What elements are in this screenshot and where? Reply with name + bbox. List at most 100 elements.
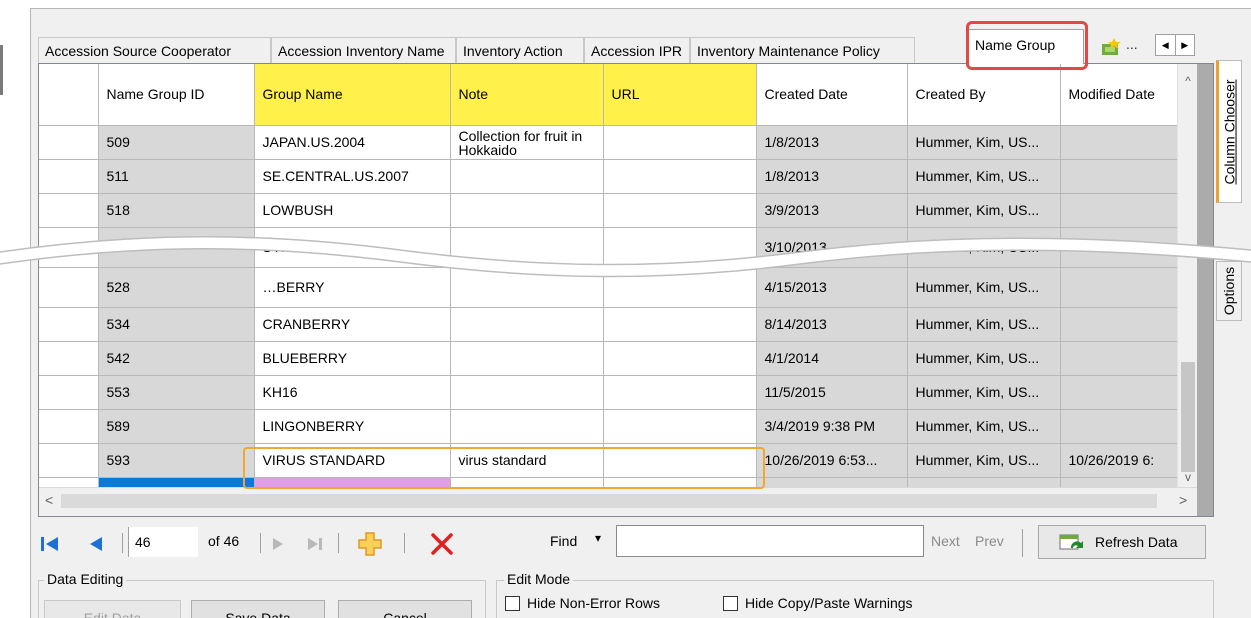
cell-id[interactable]: 589 <box>98 409 255 444</box>
column-header-created-date[interactable]: Created Date <box>756 64 908 126</box>
cell-url[interactable] <box>603 375 757 410</box>
cell-created-date[interactable]: 1/8/2013 <box>756 159 908 194</box>
last-record-icon[interactable] <box>306 536 324 552</box>
cell-note[interactable]: Collection for fruit in Hokkaido <box>450 125 604 160</box>
cell-created-by[interactable]: Hummer, Kim, US... <box>907 159 1061 194</box>
table-row[interactable]: 511 SE.CENTRAL.US.2007 1/8/2013 Hummer, Kim… <box>39 159 1179 194</box>
cell-note[interactable] <box>450 341 604 376</box>
scroll-right-icon[interactable]: > <box>1179 492 1187 508</box>
cancel-button[interactable]: Cancel <box>338 600 472 618</box>
row-selector[interactable] <box>39 375 99 410</box>
find-dropdown-icon[interactable]: ▾ <box>595 531 601 545</box>
checkbox-box[interactable] <box>505 595 520 611</box>
column-header-modified-date[interactable]: Modified Date <box>1060 64 1179 126</box>
cell-url[interactable] <box>603 341 757 376</box>
row-selector[interactable] <box>39 443 99 478</box>
cell-modified-date[interactable] <box>1060 307 1179 342</box>
cell-note[interactable] <box>450 375 604 410</box>
find-input[interactable] <box>616 525 924 557</box>
edit-data-button[interactable]: Edit Data <box>44 600 181 618</box>
tab-accession-ipr[interactable]: Accession IPR <box>584 37 690 64</box>
tab-inventory-maintenance-policy[interactable]: Inventory Maintenance Policy <box>690 37 915 64</box>
column-chooser-tab[interactable]: Column Chooser <box>1216 60 1242 203</box>
column-header-url[interactable]: URL <box>603 64 757 126</box>
cell-id[interactable]: 509 <box>98 125 255 160</box>
row-selector[interactable] <box>39 193 99 228</box>
cell-url[interactable] <box>603 159 757 194</box>
cell-modified-date[interactable] <box>1060 193 1179 228</box>
refresh-data-button[interactable]: Refresh Data <box>1038 525 1206 559</box>
row-selector[interactable] <box>39 341 99 376</box>
delete-record-icon[interactable] <box>430 532 454 556</box>
column-header-name-group-id[interactable]: Name Group ID <box>98 64 255 126</box>
cell-created-by[interactable]: Hummer, Kim, US... <box>907 341 1061 376</box>
record-position-input[interactable]: 46 <box>128 527 198 557</box>
tab-accession-source-cooperator[interactable]: Accession Source Cooperator <box>38 37 271 64</box>
tab-overflow-label[interactable]: ... <box>1126 36 1138 52</box>
cell-group-name[interactable]: BLUEBERRY <box>254 341 451 376</box>
cell-url[interactable] <box>603 125 757 160</box>
cell-modified-date[interactable] <box>1060 159 1179 194</box>
cell-created-date[interactable]: 11/5/2015 <box>756 375 908 410</box>
cell-url[interactable] <box>603 409 757 444</box>
cell-url[interactable] <box>603 307 757 342</box>
tab-accession-inventory-name[interactable]: Accession Inventory Name <box>271 37 456 64</box>
cell-created-date[interactable]: 4/1/2014 <box>756 341 908 376</box>
cell-id[interactable]: 518 <box>98 193 255 228</box>
table-row[interactable]: 509 JAPAN.US.2004 Collection for fruit in … <box>39 125 1179 160</box>
tab-scroll-right-icon[interactable]: ▶ <box>1176 35 1195 55</box>
column-header-group-name[interactable]: Group Name <box>254 64 451 126</box>
table-row[interactable]: 589 LINGONBERRY 3/4/2019 9:38 PM Hummer, Ki… <box>39 409 1179 444</box>
cell-created-date[interactable]: 10/26/2019 6:53... <box>756 443 908 478</box>
cell-note[interactable] <box>450 409 604 444</box>
cell-note[interactable] <box>450 159 604 194</box>
cell-created-date[interactable]: 3/9/2013 <box>756 193 908 228</box>
add-record-icon[interactable] <box>358 532 382 556</box>
cell-note[interactable] <box>450 307 604 342</box>
cell-id[interactable]: 511 <box>98 159 255 194</box>
scroll-left-icon[interactable]: < <box>45 492 53 508</box>
cell-url[interactable] <box>603 193 757 228</box>
row-selector[interactable] <box>39 409 99 444</box>
cell-created-date[interactable]: 1/8/2013 <box>756 125 908 160</box>
table-row[interactable]: 553 KH16 11/5/2015 Hummer, Kim, US... <box>39 375 1179 410</box>
cell-id[interactable]: 593 <box>98 443 255 478</box>
previous-record-icon[interactable] <box>88 535 104 553</box>
cell-id[interactable]: 534 <box>98 307 255 342</box>
next-record-icon[interactable] <box>270 536 286 552</box>
column-header-created-by[interactable]: Created By <box>907 64 1061 126</box>
cell-created-date[interactable]: 3/4/2019 9:38 PM <box>756 409 908 444</box>
scroll-down-icon[interactable]: v <box>1178 468 1198 486</box>
cell-created-by[interactable]: Hummer, Kim, US... <box>907 193 1061 228</box>
cell-group-name[interactable]: JAPAN.US.2004 <box>254 125 451 160</box>
hide-copy-paste-warnings-checkbox[interactable]: Hide Copy/Paste Warnings <box>723 595 913 611</box>
cell-group-name[interactable]: LOWBUSH <box>254 193 451 228</box>
cell-modified-date[interactable] <box>1060 409 1179 444</box>
cell-group-name[interactable]: SE.CENTRAL.US.2007 <box>254 159 451 194</box>
tab-inventory-action[interactable]: Inventory Action <box>456 37 584 64</box>
cell-modified-date[interactable] <box>1060 125 1179 160</box>
column-header-note[interactable]: Note <box>450 64 604 126</box>
horizontal-scroll-thumb[interactable] <box>61 494 1157 508</box>
hide-non-error-rows-checkbox[interactable]: Hide Non-Error Rows <box>505 595 660 611</box>
cell-modified-date[interactable] <box>1060 341 1179 376</box>
table-row[interactable]: 542 BLUEBERRY 4/1/2014 Hummer, Kim, US... <box>39 341 1179 376</box>
vertical-scroll-thumb[interactable] <box>1181 362 1195 472</box>
cell-group-name[interactable]: KH16 <box>254 375 451 410</box>
row-selector[interactable] <box>39 307 99 342</box>
cell-note[interactable] <box>450 193 604 228</box>
cell-created-date[interactable]: 8/14/2013 <box>756 307 908 342</box>
cell-group-name[interactable]: CRANBERRY <box>254 307 451 342</box>
cell-id[interactable]: 542 <box>98 341 255 376</box>
cell-modified-date[interactable] <box>1060 375 1179 410</box>
table-row[interactable]: 518 LOWBUSH 3/9/2013 Hummer, Kim, US... <box>39 193 1179 228</box>
table-row[interactable]: 534 CRANBERRY 8/14/2013 Hummer, Kim, US... <box>39 307 1179 342</box>
cell-created-by[interactable]: Hummer, Kim, US... <box>907 409 1061 444</box>
cell-group-name[interactable]: LINGONBERRY <box>254 409 451 444</box>
checkbox-box[interactable] <box>723 595 738 611</box>
row-selector[interactable] <box>39 159 99 194</box>
save-data-button[interactable]: Save Data <box>191 600 325 618</box>
tab-scroll-left-icon[interactable]: ◀ <box>1156 35 1176 55</box>
cell-created-by[interactable]: Hummer, Kim, US... <box>907 125 1061 160</box>
find-prev-button[interactable]: Prev <box>975 533 1004 549</box>
